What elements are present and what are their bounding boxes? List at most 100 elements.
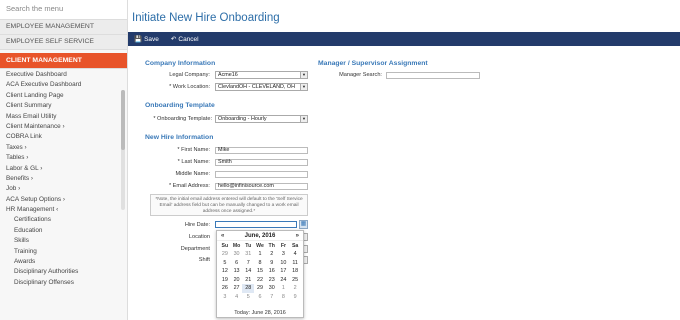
calendar-day[interactable]: 6 bbox=[254, 293, 266, 302]
weekday-label: Mo bbox=[232, 243, 241, 249]
calendar-day[interactable]: 9 bbox=[266, 259, 278, 268]
sidebar-item[interactable]: Executive Dashboard bbox=[0, 70, 127, 80]
save-button[interactable]: 💾 Save bbox=[134, 35, 159, 44]
hire-date-input[interactable] bbox=[215, 221, 297, 228]
calendar-day[interactable]: 17 bbox=[278, 267, 290, 276]
calendar-day[interactable]: 7 bbox=[266, 293, 278, 302]
calendar-day[interactable]: 11 bbox=[289, 259, 301, 268]
weekday-label: Su bbox=[221, 243, 229, 249]
calendar-day[interactable]: 1 bbox=[278, 284, 290, 293]
calendar-day[interactable]: 6 bbox=[231, 259, 243, 268]
legal-company-select[interactable]: Acme16 ▼ bbox=[215, 71, 308, 79]
weekday-label: Tu bbox=[245, 243, 252, 249]
calendar-day[interactable]: 29 bbox=[254, 284, 266, 293]
calendar-day[interactable]: 10 bbox=[278, 259, 290, 268]
first-name-input[interactable]: Mike bbox=[215, 147, 308, 154]
sidebar-item[interactable]: Client Maintenance › bbox=[0, 122, 127, 132]
sidebar-item[interactable]: Job › bbox=[0, 184, 127, 194]
section-employee-management[interactable]: EMPLOYEE MANAGEMENT bbox=[0, 20, 127, 35]
menu-search-input[interactable]: Search the menu bbox=[0, 0, 127, 20]
sidebar-item[interactable]: Education bbox=[0, 226, 127, 236]
calendar-day[interactable]: 28 bbox=[242, 284, 255, 293]
sidebar-item[interactable]: Disciplinary Authorities bbox=[0, 267, 127, 277]
email-note: *Note, the initial email address entered… bbox=[150, 194, 308, 216]
calendar-day[interactable]: 30 bbox=[266, 284, 278, 293]
cancel-button[interactable]: ↶ Cancel bbox=[171, 35, 199, 44]
calendar-day[interactable]: 21 bbox=[242, 276, 254, 285]
next-month-button[interactable]: » bbox=[296, 233, 299, 239]
sidebar-item[interactable]: Disciplinary Offenses bbox=[0, 278, 127, 288]
calendar-day[interactable]: 30 bbox=[231, 250, 243, 259]
cancel-label: Cancel bbox=[178, 35, 199, 43]
onboarding-template-select[interactable]: Onboarding - Hourly ▼ bbox=[215, 115, 308, 123]
date-picker: « June, 2016 » Su Mo Tu We Th Fr Sa 29 30 31 1 2 3 4 5… bbox=[216, 230, 304, 318]
calendar-day[interactable]: 31 bbox=[242, 250, 254, 259]
calendar-day[interactable]: 18 bbox=[289, 267, 301, 276]
calendar-day[interactable]: 26 bbox=[219, 284, 231, 293]
calendar-day[interactable]: 9 bbox=[289, 293, 301, 302]
calendar-day[interactable]: 3 bbox=[219, 293, 231, 302]
calendar-icon[interactable]: ▦ bbox=[299, 220, 308, 229]
sidebar-item[interactable]: Mass Email Utility bbox=[0, 112, 127, 122]
save-icon: 💾 bbox=[134, 36, 143, 43]
sidebar-item[interactable]: Client Landing Page bbox=[0, 91, 127, 101]
sidebar-scrollbar-thumb[interactable] bbox=[121, 90, 125, 150]
calendar-day[interactable]: 3 bbox=[278, 250, 290, 259]
work-location-select[interactable]: ClevlandOH - CLEVELAND, OH ▼ bbox=[215, 83, 308, 91]
last-name-label: * Last Name: bbox=[177, 159, 210, 165]
weekday-label: Th bbox=[268, 243, 275, 249]
sidebar-item[interactable]: Awards bbox=[0, 257, 127, 267]
sidebar-item[interactable]: Taxes › bbox=[0, 143, 127, 153]
sidebar-item[interactable]: Training bbox=[0, 247, 127, 257]
calendar-day[interactable]: 8 bbox=[278, 293, 290, 302]
today-button[interactable]: Today: June 28, 2016 bbox=[217, 310, 303, 316]
calendar-day[interactable]: 1 bbox=[254, 250, 266, 259]
calendar-day[interactable]: 2 bbox=[289, 284, 301, 293]
department-label: Department bbox=[180, 246, 210, 252]
calendar-day[interactable]: 4 bbox=[289, 250, 301, 259]
sidebar-item[interactable]: Certifications bbox=[0, 215, 127, 225]
sidebar-item[interactable]: COBRA Link bbox=[0, 132, 127, 142]
weekday-label: We bbox=[256, 243, 264, 249]
weekday-label: Sa bbox=[291, 243, 299, 249]
calendar-day[interactable]: 14 bbox=[242, 267, 254, 276]
sidebar-item[interactable]: Skills bbox=[0, 236, 127, 246]
sidebar-item[interactable]: HR Management ‹ bbox=[0, 205, 127, 215]
calendar-day[interactable]: 23 bbox=[266, 276, 278, 285]
calendar-day[interactable]: 4 bbox=[231, 293, 243, 302]
sidebar-menu: Executive Dashboard ACA Executive Dashboa… bbox=[0, 69, 127, 288]
prev-month-button[interactable]: « bbox=[221, 233, 224, 239]
section-client-management[interactable]: CLIENT MANAGEMENT bbox=[0, 53, 127, 69]
calendar-day[interactable]: 8 bbox=[254, 259, 266, 268]
calendar-day[interactable]: 15 bbox=[254, 267, 266, 276]
calendar-day[interactable]: 7 bbox=[242, 259, 254, 268]
sidebar-item[interactable]: Tables › bbox=[0, 153, 127, 163]
calendar-day[interactable]: 5 bbox=[219, 259, 231, 268]
sidebar-item[interactable]: ACA Setup Options › bbox=[0, 195, 127, 205]
sidebar: Search the menu EMPLOYEE MANAGEMENT EMPL… bbox=[0, 0, 128, 320]
email-input[interactable]: hello@infinisource.com bbox=[215, 183, 308, 190]
middle-name-input[interactable] bbox=[215, 171, 308, 178]
onboarding-template-title: Onboarding Template bbox=[145, 102, 215, 109]
save-label: Save bbox=[144, 35, 159, 43]
calendar-day[interactable]: 2 bbox=[266, 250, 278, 259]
calendar-day[interactable]: 13 bbox=[231, 267, 243, 276]
sidebar-item[interactable]: Labor & GL › bbox=[0, 164, 127, 174]
sidebar-item[interactable]: Client Summary bbox=[0, 101, 127, 111]
section-employee-self-service[interactable]: EMPLOYEE SELF SERVICE bbox=[0, 35, 127, 50]
calendar-day[interactable]: 19 bbox=[219, 276, 231, 285]
calendar-day[interactable]: 5 bbox=[242, 293, 254, 302]
last-name-input[interactable]: Smith bbox=[215, 159, 308, 166]
calendar-day[interactable]: 24 bbox=[278, 276, 290, 285]
calendar-day[interactable]: 25 bbox=[289, 276, 301, 285]
calendar-day[interactable]: 29 bbox=[219, 250, 231, 259]
calendar-day[interactable]: 20 bbox=[231, 276, 243, 285]
calendar-day[interactable]: 22 bbox=[254, 276, 266, 285]
sidebar-item[interactable]: ACA Executive Dashboard bbox=[0, 80, 127, 90]
manager-search-input[interactable] bbox=[386, 72, 480, 79]
calendar-day[interactable]: 27 bbox=[231, 284, 243, 293]
calendar-day[interactable]: 12 bbox=[219, 267, 231, 276]
chevron-down-icon: ▼ bbox=[300, 72, 307, 78]
calendar-day[interactable]: 16 bbox=[266, 267, 278, 276]
sidebar-item[interactable]: Benefits › bbox=[0, 174, 127, 184]
